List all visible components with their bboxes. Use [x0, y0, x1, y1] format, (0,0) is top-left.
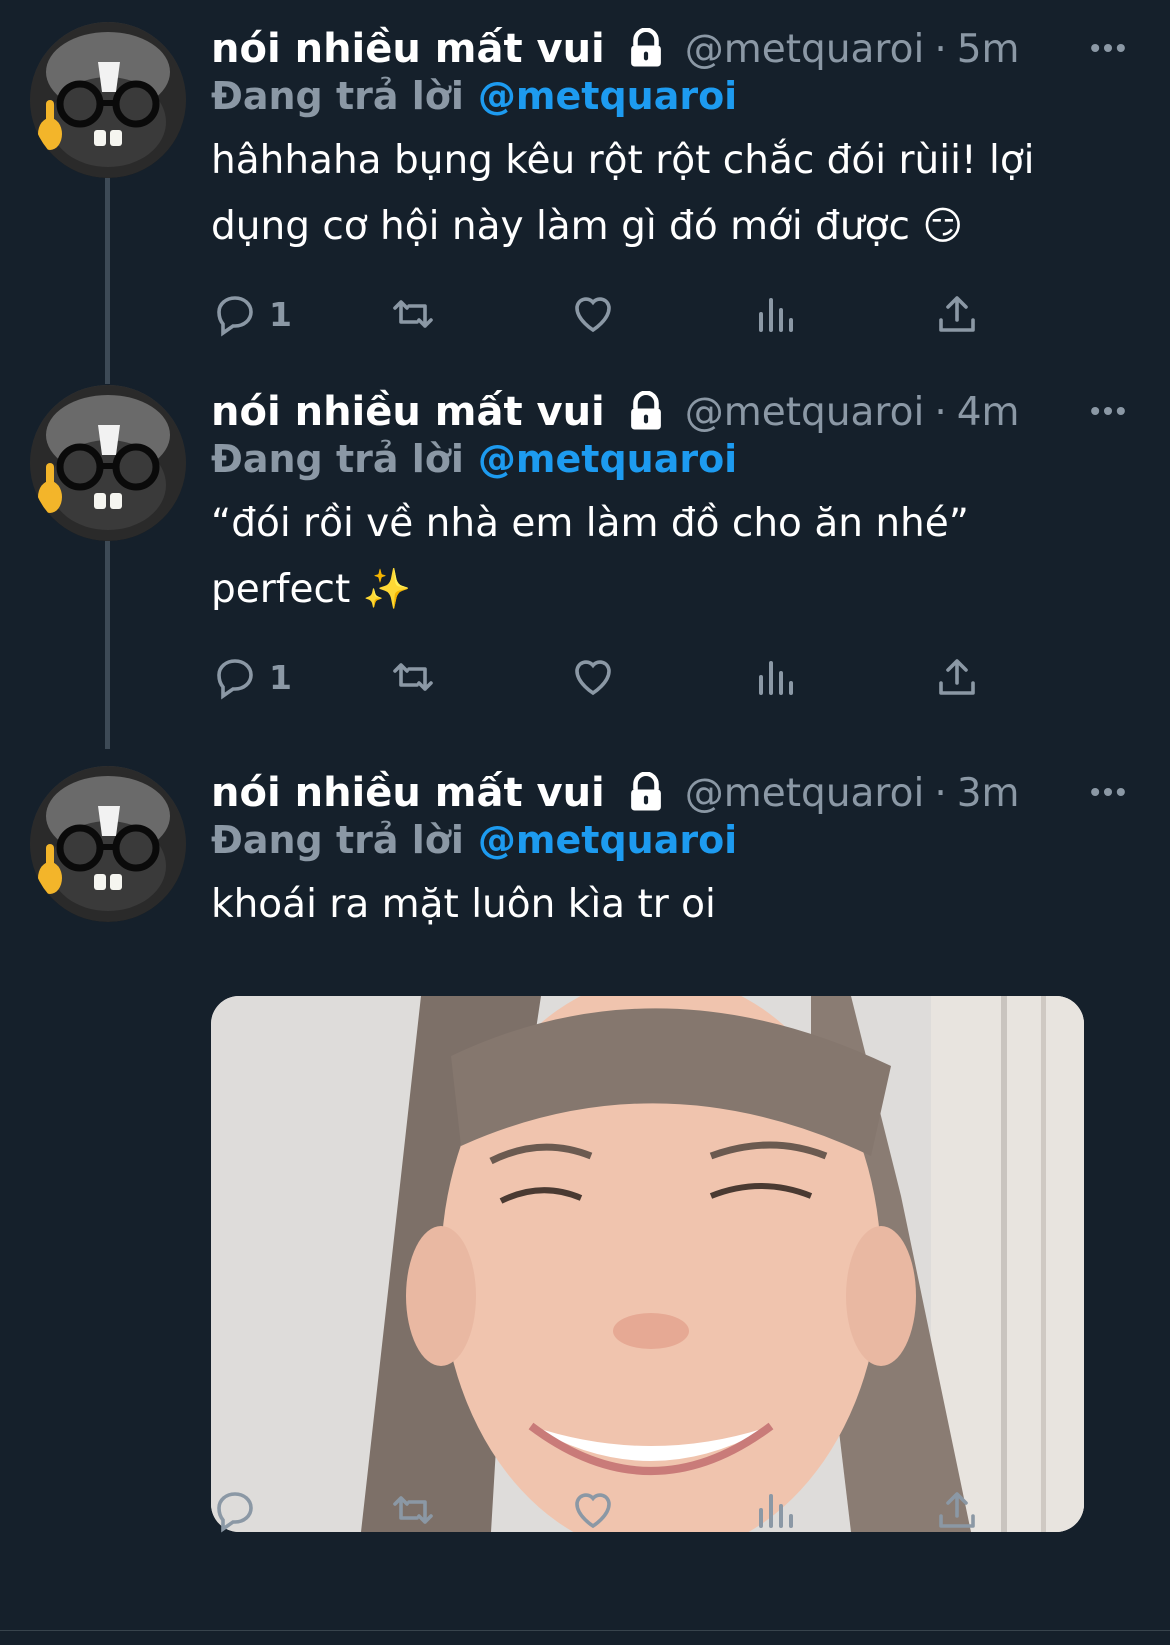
tweet[interactable]: nói nhiều mất vui @metquaroi · 5m Đang t…	[0, 22, 1170, 352]
action-bar	[211, 1480, 1031, 1540]
tweet-text: hâhhaha bụng kêu rột rột chắc đói rùii! …	[211, 128, 1091, 260]
reply-prefix: Đang trả lời	[211, 437, 464, 481]
retweet-button[interactable]	[389, 647, 437, 707]
retweet-icon	[393, 1496, 433, 1524]
analytics-icon	[759, 298, 793, 332]
reply-handle-link[interactable]: @metquaroi	[478, 437, 737, 481]
tweet-text-line: hâhhaha bụng kêu rột rột chắc đói rùii! …	[211, 138, 1035, 183]
avatar[interactable]	[30, 766, 186, 922]
timestamp[interactable]: 5m	[957, 27, 1020, 72]
retweet-button[interactable]	[389, 284, 437, 344]
separator-dot: ·	[934, 389, 947, 435]
display-name[interactable]: nói nhiều mất vui	[211, 389, 605, 435]
reply-count: 1	[269, 657, 292, 697]
handle[interactable]: @metquaroi	[685, 771, 925, 816]
more-icon[interactable]	[1086, 389, 1130, 433]
reply-prefix: Đang trả lời	[211, 818, 464, 862]
reply-button[interactable]: 1	[211, 647, 292, 707]
analytics-icon	[759, 1494, 793, 1528]
avatar[interactable]	[30, 22, 186, 178]
like-icon	[575, 1493, 611, 1529]
tweet-text-line: “đói rồi về nhà em làm đồ cho ăn nhé”	[211, 501, 969, 546]
lock-icon	[630, 391, 661, 430]
share-icon	[939, 296, 975, 332]
handle[interactable]: @metquaroi	[685, 27, 925, 72]
reply-icon	[217, 659, 253, 700]
tweet-text-line: perfect ✨	[211, 567, 412, 612]
share-icon	[939, 659, 975, 695]
separator-dot: ·	[934, 770, 947, 816]
like-icon	[575, 660, 611, 696]
tweet[interactable]: nói nhiều mất vui @metquaroi · 4m Đang t…	[0, 385, 1170, 715]
retweet-icon	[393, 663, 433, 691]
share-button[interactable]	[933, 1480, 981, 1540]
display-name[interactable]: nói nhiều mất vui	[211, 26, 605, 72]
share-button[interactable]	[933, 284, 981, 344]
reply-handle-link[interactable]: @metquaroi	[478, 74, 737, 118]
analytics-button[interactable]	[751, 1480, 799, 1540]
avatar-image	[30, 385, 186, 541]
tweet[interactable]: nói nhiều mất vui @metquaroi · 3m Đang t…	[0, 766, 1170, 1626]
avatar-image	[30, 766, 186, 922]
action-bar: 1	[211, 284, 1031, 344]
lock-icon	[630, 28, 661, 67]
tweet-text: “đói rồi về nhà em làm đồ cho ăn nhé” pe…	[211, 491, 1091, 623]
replying-to: Đang trả lời @metquaroi	[211, 437, 737, 481]
avatar[interactable]	[30, 385, 186, 541]
reply-count: 1	[269, 294, 292, 334]
like-button[interactable]	[569, 1480, 617, 1540]
separator-dot: ·	[934, 26, 947, 72]
tweet-text-line: dụng cơ hội này làm gì đó mới được 😏	[211, 204, 963, 249]
tweet-text: khoái ra mặt luôn kìa tr oi	[211, 872, 1091, 938]
divider	[0, 1630, 1170, 1631]
reply-handle-link[interactable]: @metquaroi	[478, 818, 737, 862]
replying-to: Đang trả lời @metquaroi	[211, 818, 737, 862]
replying-to: Đang trả lời @metquaroi	[211, 74, 737, 118]
share-button[interactable]	[933, 647, 981, 707]
analytics-icon	[759, 661, 793, 695]
reply-button[interactable]	[211, 1480, 269, 1540]
reply-prefix: Đang trả lời	[211, 74, 464, 118]
lock-icon	[630, 772, 661, 811]
reply-button[interactable]: 1	[211, 284, 292, 344]
timestamp[interactable]: 4m	[957, 390, 1020, 435]
analytics-button[interactable]	[751, 284, 799, 344]
like-button[interactable]	[569, 647, 617, 707]
more-icon[interactable]	[1086, 26, 1130, 70]
timestamp[interactable]: 3m	[957, 771, 1020, 816]
tweet-text-line: khoái ra mặt luôn kìa tr oi	[211, 882, 716, 927]
reply-icon	[217, 1492, 253, 1533]
action-bar: 1	[211, 647, 1031, 707]
reply-icon	[217, 296, 253, 337]
display-name[interactable]: nói nhiều mất vui	[211, 770, 605, 816]
analytics-button[interactable]	[751, 647, 799, 707]
share-icon	[939, 1492, 975, 1528]
like-button[interactable]	[569, 284, 617, 344]
tweet-media-image[interactable]	[211, 996, 1084, 1532]
retweet-button[interactable]	[389, 1480, 437, 1540]
like-icon	[575, 297, 611, 333]
retweet-icon	[393, 300, 433, 328]
photo-of-smiling-person	[211, 996, 1084, 1532]
more-icon[interactable]	[1086, 770, 1130, 814]
handle[interactable]: @metquaroi	[685, 390, 925, 435]
avatar-image	[30, 22, 186, 178]
